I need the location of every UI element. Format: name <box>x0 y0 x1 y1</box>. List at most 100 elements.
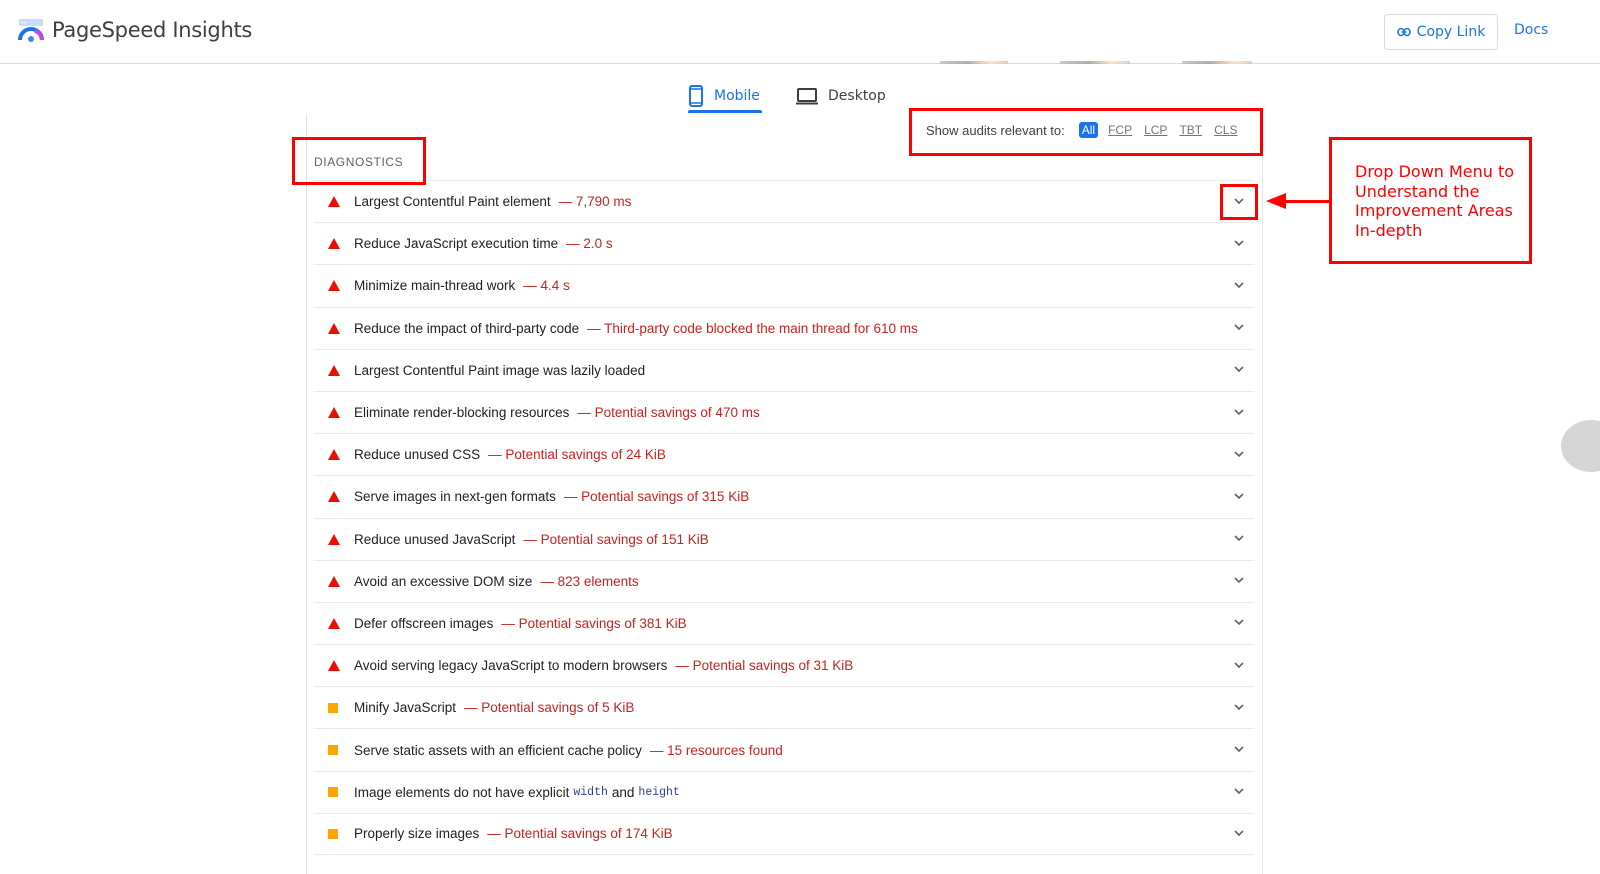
chevron-down-icon[interactable] <box>1232 280 1246 290</box>
orange-square-icon <box>328 745 338 756</box>
audit-row[interactable]: Reduce JavaScript execution time — 2.0 s <box>314 222 1254 264</box>
active-tab-indicator <box>688 110 762 113</box>
audit-row[interactable]: Image elements do not have explicit width… <box>314 770 1254 813</box>
audit-title: Defer offscreen images <box>354 615 494 631</box>
chevron-down-icon[interactable] <box>1232 533 1246 543</box>
app-title: PageSpeed Insights <box>52 18 253 42</box>
annotation-arrow-head-icon <box>1266 193 1286 209</box>
chevron-down-icon[interactable] <box>1232 449 1246 459</box>
audit-detail: — Potential savings of 174 KiB <box>487 826 673 842</box>
fail-triangle-icon <box>314 238 354 250</box>
audit-title: Properly size images <box>354 826 480 842</box>
audit-title: Avoid serving legacy JavaScript to moder… <box>354 658 668 674</box>
audit-row[interactable]: Eliminate render-blocking resources — Pot… <box>314 390 1254 433</box>
audit-row[interactable]: Properly size images — Potential savings … <box>314 812 1254 855</box>
chevron-down-icon[interactable] <box>1232 702 1246 712</box>
tab-desktop[interactable]: Desktop <box>796 78 886 114</box>
fail-triangle-icon <box>314 449 354 461</box>
audit-title: Image elements do not have explicit <box>354 784 570 800</box>
chevron-down-icon[interactable] <box>1232 744 1246 754</box>
filter-fcp[interactable]: FCP <box>1106 122 1134 138</box>
red-triangle-icon <box>328 280 340 292</box>
chevron-down-icon[interactable] <box>1232 238 1246 248</box>
audit-row[interactable]: Reduce unused JavaScript — Potential savi… <box>314 517 1254 560</box>
red-triangle-icon <box>328 449 340 461</box>
docs-link[interactable]: Docs <box>1514 22 1548 38</box>
audit-row[interactable]: Minify JavaScript — Potential savings of … <box>314 686 1254 728</box>
laptop-icon <box>796 88 818 105</box>
audit-row[interactable]: Largest Contentful Paint element — 7,790 … <box>314 180 1254 222</box>
floating-side-button[interactable] <box>1561 420 1600 472</box>
audit-title: Avoid an excessive DOM size <box>354 573 533 589</box>
audit-row[interactable]: Avoid serving legacy JavaScript to moder… <box>314 644 1254 686</box>
chevron-down-icon[interactable] <box>1232 786 1246 796</box>
chevron-down-icon[interactable] <box>1232 828 1246 838</box>
audit-detail: — 15 resources found <box>649 742 783 758</box>
chevron-down-icon[interactable] <box>1232 407 1246 417</box>
filmstrip-thumbnail <box>1182 61 1252 64</box>
filter-all[interactable]: All <box>1078 122 1099 138</box>
audit-row[interactable]: Reduce unused CSS — Potential savings of … <box>314 433 1254 475</box>
diagnostics-heading: DIAGNOSTICS <box>314 155 404 169</box>
audit-title: Reduce unused CSS <box>354 447 481 463</box>
red-triangle-icon <box>328 533 340 545</box>
section-divider <box>1262 156 1263 874</box>
audit-title: Minimize main-thread work <box>354 278 516 294</box>
red-triangle-icon <box>328 407 340 419</box>
red-triangle-icon <box>328 575 340 587</box>
audit-row[interactable]: Defer offscreen images — Potential saving… <box>314 601 1254 644</box>
audit-row[interactable]: Largest Contentful Paint image was lazil… <box>314 348 1254 391</box>
chevron-down-icon[interactable] <box>1232 575 1246 585</box>
filter-label: Show audits relevant to: <box>926 122 1065 138</box>
code-token: height <box>638 785 680 799</box>
tab-mobile[interactable]: Mobile <box>688 78 760 114</box>
chevron-down-icon[interactable] <box>1232 322 1246 332</box>
chevron-down-icon[interactable] <box>1232 491 1246 501</box>
red-triangle-icon <box>328 491 340 503</box>
red-triangle-icon <box>328 617 340 629</box>
average-square-icon <box>314 787 354 798</box>
section-divider <box>306 114 307 874</box>
tab-mobile-label: Mobile <box>714 88 760 104</box>
code-token: width <box>573 785 608 799</box>
audit-title-joiner: and <box>611 784 635 800</box>
filter-lcp[interactable]: LCP <box>1142 122 1169 138</box>
average-square-icon <box>314 702 354 713</box>
audit-title: Serve images in next-gen formats <box>354 489 556 505</box>
audit-detail: — 4.4 s <box>523 278 570 294</box>
audit-detail: — Potential savings of 5 KiB <box>464 700 635 716</box>
audit-row[interactable]: Minimize main-thread work — 4.4 s <box>314 264 1254 306</box>
chevron-down-icon[interactable] <box>1232 660 1246 670</box>
audit-row[interactable]: Serve images in next-gen formats — Potent… <box>314 475 1254 517</box>
phone-icon <box>689 85 703 107</box>
top-app-bar: PageSpeed Insights Copy Link Docs <box>0 0 1600 64</box>
audit-title: Largest Contentful Paint image was lazil… <box>354 362 646 378</box>
orange-square-icon <box>328 702 338 713</box>
audit-row[interactable]: Serve static assets with an efficient ca… <box>314 728 1254 770</box>
audit-detail: — 2.0 s <box>566 236 613 252</box>
audit-title: Largest Contentful Paint element <box>354 194 551 210</box>
filter-cls[interactable]: CLS <box>1212 122 1239 138</box>
chevron-down-icon[interactable] <box>1232 617 1246 627</box>
link-icon <box>1396 27 1411 37</box>
fail-triangle-icon <box>314 407 354 419</box>
audit-detail: — Potential savings of 381 KiB <box>501 615 687 631</box>
filter-tbt[interactable]: TBT <box>1177 122 1204 138</box>
pagespeed-logo-icon <box>18 19 44 42</box>
audit-title: Serve static assets with an efficient ca… <box>354 742 642 758</box>
audit-row[interactable]: Avoid an excessive DOM size — 823 element… <box>314 559 1254 602</box>
audit-row[interactable]: Reduce the impact of third-party code — T… <box>314 306 1254 349</box>
red-triangle-icon <box>328 660 340 672</box>
red-triangle-icon <box>328 364 340 376</box>
chevron-down-icon[interactable] <box>1232 196 1246 206</box>
red-triangle-icon <box>328 196 340 208</box>
chevron-down-icon[interactable] <box>1232 364 1246 374</box>
fail-triangle-icon <box>314 364 354 376</box>
audit-filter: Show audits relevant to: All FCP LCP TBT… <box>926 122 1239 138</box>
copy-link-button[interactable]: Copy Link <box>1384 14 1498 50</box>
copy-link-label: Copy Link <box>1416 24 1486 40</box>
audit-title: Reduce the impact of third-party code <box>354 320 580 336</box>
audit-list: Largest Contentful Paint element — 7,790 … <box>314 180 1254 855</box>
filmstrip-thumbnail <box>940 61 1008 64</box>
audit-detail: — Potential savings of 24 KiB <box>488 447 666 463</box>
